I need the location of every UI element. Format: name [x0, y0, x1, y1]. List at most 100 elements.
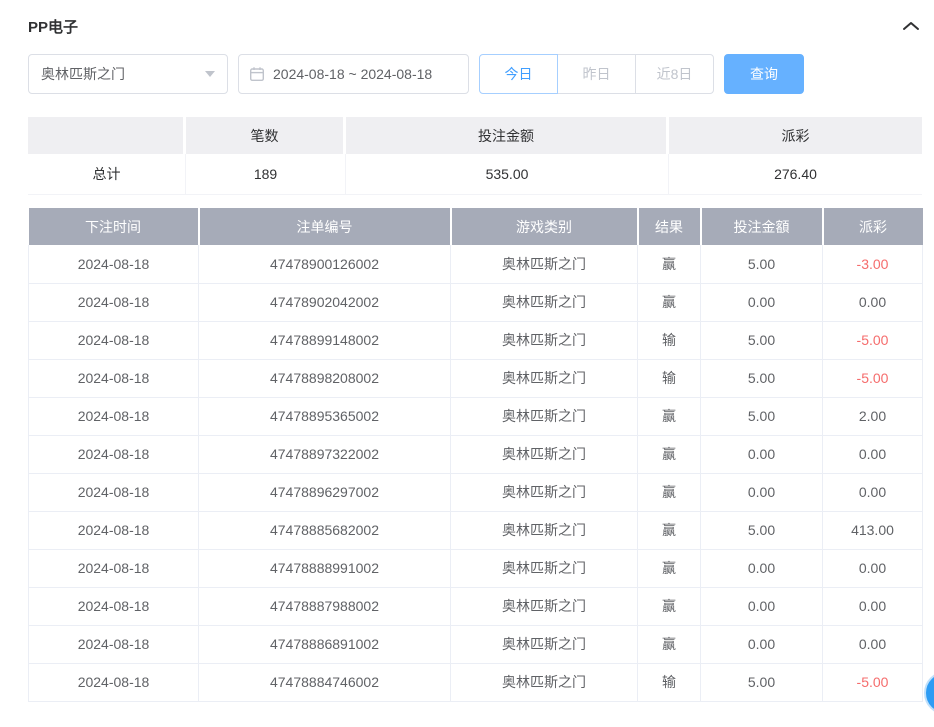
- table-row: 2024-08-18 47478884746002 奥林匹斯之门 输 5.00 …: [29, 663, 923, 701]
- header-payout: 派彩: [823, 208, 923, 245]
- floating-action-button[interactable]: [924, 671, 934, 715]
- cell-payout: -5.00: [823, 321, 923, 359]
- cell-order-id: 47478886891002: [199, 625, 451, 663]
- cell-payout: 413.00: [823, 511, 923, 549]
- cell-result: 赢: [638, 625, 701, 663]
- header-game-category: 游戏类别: [451, 208, 638, 245]
- last-8-days-button[interactable]: 近8日: [635, 54, 714, 94]
- cell-bet-time: 2024-08-18: [29, 321, 199, 359]
- cell-bet-amount: 5.00: [701, 245, 823, 283]
- filter-toolbar: 奥林匹斯之门 2024-08-18 ~ 2024-08-18 今日 昨日 近8日…: [28, 54, 922, 94]
- cell-bet-time: 2024-08-18: [29, 663, 199, 701]
- cell-game-category: 奥林匹斯之门: [451, 321, 638, 359]
- table-row: 2024-08-18 47478902042002 奥林匹斯之门 赢 0.00 …: [29, 283, 923, 321]
- cell-bet-amount: 5.00: [701, 359, 823, 397]
- calendar-icon: [249, 66, 265, 82]
- collapse-panel-button[interactable]: [900, 18, 922, 34]
- cell-result: 赢: [638, 245, 701, 283]
- cell-result: 输: [638, 321, 701, 359]
- cell-payout: -5.00: [823, 663, 923, 701]
- game-select[interactable]: 奥林匹斯之门: [28, 54, 228, 94]
- cell-game-category: 奥林匹斯之门: [451, 473, 638, 511]
- cell-game-category: 奥林匹斯之门: [451, 245, 638, 283]
- table-row: 2024-08-18 47478886891002 奥林匹斯之门 赢 0.00 …: [29, 625, 923, 663]
- summary-total-bet-amount: 535.00: [346, 154, 669, 194]
- cell-result: 赢: [638, 473, 701, 511]
- cell-game-category: 奥林匹斯之门: [451, 625, 638, 663]
- cell-payout: 0.00: [823, 473, 923, 511]
- cell-bet-amount: 0.00: [701, 473, 823, 511]
- cell-bet-amount: 5.00: [701, 663, 823, 701]
- cell-bet-amount: 5.00: [701, 321, 823, 359]
- cell-order-id: 47478887988002: [199, 587, 451, 625]
- summary-header-count: 笔数: [186, 117, 346, 154]
- chevron-down-icon: [205, 71, 215, 77]
- summary-total-payout: 276.40: [669, 154, 922, 194]
- cell-bet-time: 2024-08-18: [29, 549, 199, 587]
- table-row: 2024-08-18 47478895365002 奥林匹斯之门 赢 5.00 …: [29, 397, 923, 435]
- cell-game-category: 奥林匹斯之门: [451, 359, 638, 397]
- table-row: 2024-08-18 47478897322002 奥林匹斯之门 赢 0.00 …: [29, 435, 923, 473]
- cell-bet-time: 2024-08-18: [29, 587, 199, 625]
- pp-games-panel: PP电子 奥林匹斯之门 2024-08-18 ~ 2024-08-18: [28, 15, 922, 702]
- cell-bet-time: 2024-08-18: [29, 397, 199, 435]
- cell-bet-amount: 5.00: [701, 511, 823, 549]
- today-button[interactable]: 今日: [479, 54, 558, 94]
- table-row: 2024-08-18 47478900126002 奥林匹斯之门 赢 5.00 …: [29, 245, 923, 283]
- summary-total-label: 总计: [28, 154, 186, 194]
- table-row: 2024-08-18 47478888991002 奥林匹斯之门 赢 0.00 …: [29, 549, 923, 587]
- game-select-value: 奥林匹斯之门: [41, 64, 125, 84]
- query-button[interactable]: 查询: [724, 54, 804, 94]
- cell-bet-amount: 0.00: [701, 625, 823, 663]
- cell-order-id: 47478885682002: [199, 511, 451, 549]
- cell-game-category: 奥林匹斯之门: [451, 549, 638, 587]
- cell-result: 赢: [638, 511, 701, 549]
- date-range-input[interactable]: 2024-08-18 ~ 2024-08-18: [238, 54, 469, 94]
- cell-result: 赢: [638, 435, 701, 473]
- cell-result: 赢: [638, 549, 701, 587]
- cell-bet-time: 2024-08-18: [29, 359, 199, 397]
- panel-header: PP电子: [28, 15, 922, 37]
- cell-payout: 0.00: [823, 625, 923, 663]
- cell-game-category: 奥林匹斯之门: [451, 663, 638, 701]
- header-bet-amount: 投注金額: [701, 208, 823, 245]
- yesterday-button[interactable]: 昨日: [557, 54, 636, 94]
- cell-order-id: 47478900126002: [199, 245, 451, 283]
- table-row: 2024-08-18 47478887988002 奥林匹斯之门 赢 0.00 …: [29, 587, 923, 625]
- cell-order-id: 47478899148002: [199, 321, 451, 359]
- cell-bet-time: 2024-08-18: [29, 625, 199, 663]
- summary-header-bet-amount: 投注金额: [346, 117, 669, 154]
- cell-order-id: 47478895365002: [199, 397, 451, 435]
- cell-bet-amount: 0.00: [701, 549, 823, 587]
- cell-payout: -5.00: [823, 359, 923, 397]
- cell-game-category: 奥林匹斯之门: [451, 587, 638, 625]
- summary-header-payout: 派彩: [669, 117, 922, 154]
- header-bet-time: 下注时间: [29, 208, 199, 245]
- panel-title: PP电子: [28, 16, 78, 37]
- header-result: 结果: [638, 208, 701, 245]
- summary-table: 笔数 投注金额 派彩 总计 189 535.00 276.40: [28, 117, 922, 195]
- quick-range-button-group: 今日 昨日 近8日: [479, 54, 714, 94]
- cell-result: 赢: [638, 283, 701, 321]
- date-range-value: 2024-08-18 ~ 2024-08-18: [273, 66, 432, 82]
- cell-bet-amount: 5.00: [701, 397, 823, 435]
- cell-order-id: 47478888991002: [199, 549, 451, 587]
- cell-bet-time: 2024-08-18: [29, 511, 199, 549]
- chevron-up-icon: [902, 20, 920, 32]
- table-row: 2024-08-18 47478896297002 奥林匹斯之门 赢 0.00 …: [29, 473, 923, 511]
- cell-order-id: 47478884746002: [199, 663, 451, 701]
- cell-order-id: 47478896297002: [199, 473, 451, 511]
- cell-bet-time: 2024-08-18: [29, 245, 199, 283]
- cell-game-category: 奥林匹斯之门: [451, 435, 638, 473]
- bet-table-header: 下注时间 注单编号 游戏类别 结果 投注金額 派彩: [29, 208, 923, 245]
- cell-game-category: 奥林匹斯之门: [451, 511, 638, 549]
- cell-payout: 0.00: [823, 435, 923, 473]
- cell-payout: 0.00: [823, 283, 923, 321]
- table-row: 2024-08-18 47478899148002 奥林匹斯之门 输 5.00 …: [29, 321, 923, 359]
- summary-total-row: 总计 189 535.00 276.40: [28, 154, 922, 195]
- cell-payout: -3.00: [823, 245, 923, 283]
- cell-result: 输: [638, 663, 701, 701]
- cell-bet-time: 2024-08-18: [29, 435, 199, 473]
- table-row: 2024-08-18 47478898208002 奥林匹斯之门 输 5.00 …: [29, 359, 923, 397]
- cell-result: 赢: [638, 587, 701, 625]
